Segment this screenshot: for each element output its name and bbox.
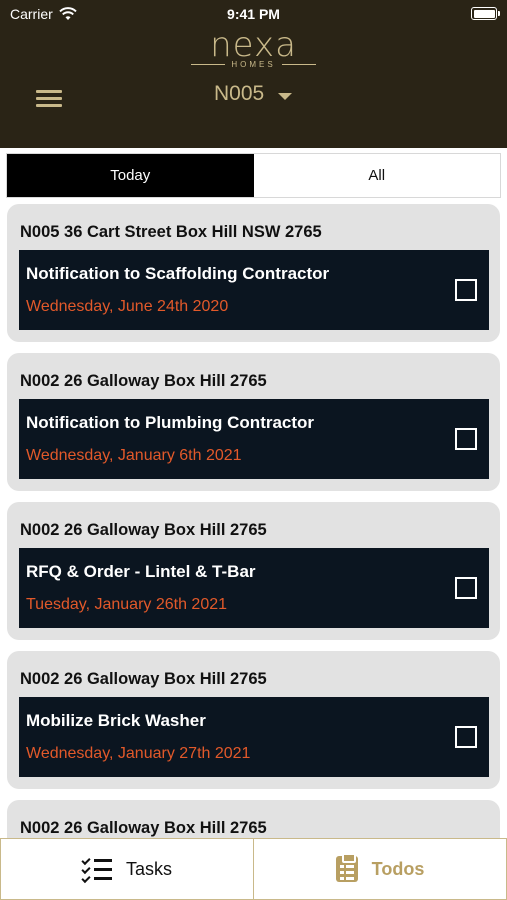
tab-all[interactable]: All (253, 154, 500, 197)
logo-subtitle-row: HOMES (0, 60, 507, 69)
clip-line (339, 871, 344, 874)
todo-card: N002 26 Galloway Box Hill 2765 Notificat… (7, 353, 500, 491)
todo-card: N002 26 Galloway Box Hill 2765 (7, 800, 500, 838)
status-bar: Carrier 9:41 PM (0, 0, 507, 28)
menu-bar (36, 97, 62, 100)
job-address: N002 26 Galloway Box Hill 2765 (20, 819, 267, 837)
list-line (93, 877, 112, 880)
menu-bar (36, 90, 62, 93)
tab-tasks[interactable]: Tasks (0, 838, 254, 900)
hamburger-menu-icon[interactable] (36, 88, 62, 110)
clip-line (339, 865, 344, 868)
battery-icon (471, 7, 500, 20)
clock: 9:41 PM (227, 6, 280, 22)
app-header: Carrier 9:41 PM nexa HOMES N005 (0, 0, 507, 148)
task-date: Wednesday, January 6th 2021 (26, 447, 242, 464)
logo-divider (281, 64, 316, 65)
task-title: Notification to Plumbing Contractor (26, 413, 315, 432)
tab-todos[interactable]: Todos (254, 838, 507, 900)
task-title: Notification to Scaffolding Contractor (26, 264, 330, 283)
nexa-homes-logo: nexa HOMES (0, 28, 507, 69)
filter-tabs: Today All (6, 153, 501, 198)
job-address: N002 26 Galloway Box Hill 2765 (20, 670, 267, 688)
logo-wordmark: nexa (210, 25, 297, 65)
list-line (93, 859, 112, 862)
task-title: RFQ & Order - Lintel & T-Bar (26, 562, 256, 581)
task-checkbox[interactable] (455, 279, 477, 301)
todo-list[interactable]: N005 36 Cart Street Box Hill NSW 2765 No… (0, 202, 507, 838)
todo-card: N005 36 Cart Street Box Hill NSW 2765 No… (7, 204, 500, 342)
clipboard-icon (335, 853, 358, 882)
logo-divider (191, 64, 226, 65)
tab-todos-label: Todos (371, 858, 425, 879)
task-date: Wednesday, January 27th 2021 (26, 745, 251, 762)
job-address: N005 36 Cart Street Box Hill NSW 2765 (20, 223, 322, 241)
chevron-down-icon (278, 92, 293, 100)
clip-line (345, 871, 354, 874)
clip-line (339, 877, 344, 880)
task-row[interactable]: Notification to Plumbing Contractor Wedn… (19, 399, 489, 479)
tab-today[interactable]: Today (7, 154, 254, 197)
job-address: N002 26 Galloway Box Hill 2765 (20, 521, 267, 539)
logo-subtitle: HOMES (231, 60, 276, 69)
check-mark (81, 855, 91, 866)
menu-bar (36, 104, 62, 107)
job-selector[interactable]: N005 (214, 82, 293, 106)
tab-tasks-label: Tasks (125, 858, 172, 879)
task-row[interactable]: Notification to Scaffolding Contractor W… (19, 250, 489, 330)
task-date: Wednesday, June 24th 2020 (26, 298, 229, 315)
check-mark (81, 873, 91, 884)
task-row[interactable]: Mobilize Brick Washer Wednesday, January… (19, 697, 489, 777)
task-row[interactable]: RFQ & Order - Lintel & T-Bar Tuesday, Ja… (19, 548, 489, 628)
check-mark (81, 864, 91, 875)
task-date: Tuesday, January 26th 2021 (26, 596, 228, 613)
clip-line (345, 865, 354, 868)
task-checkbox[interactable] (455, 577, 477, 599)
clip-line (345, 877, 354, 880)
task-checkbox[interactable] (455, 428, 477, 450)
task-checkbox[interactable] (455, 726, 477, 748)
task-title: Mobilize Brick Washer (26, 711, 206, 730)
list-line (93, 868, 112, 871)
job-address: N002 26 Galloway Box Hill 2765 (20, 372, 267, 390)
job-selector-value: N005 (214, 82, 265, 105)
checklist-icon (81, 855, 112, 884)
todo-card: N002 26 Galloway Box Hill 2765 RFQ & Ord… (7, 502, 500, 640)
bottom-tab-bar: Tasks Todos (0, 838, 507, 900)
todo-card: N002 26 Galloway Box Hill 2765 Mobilize … (7, 651, 500, 789)
